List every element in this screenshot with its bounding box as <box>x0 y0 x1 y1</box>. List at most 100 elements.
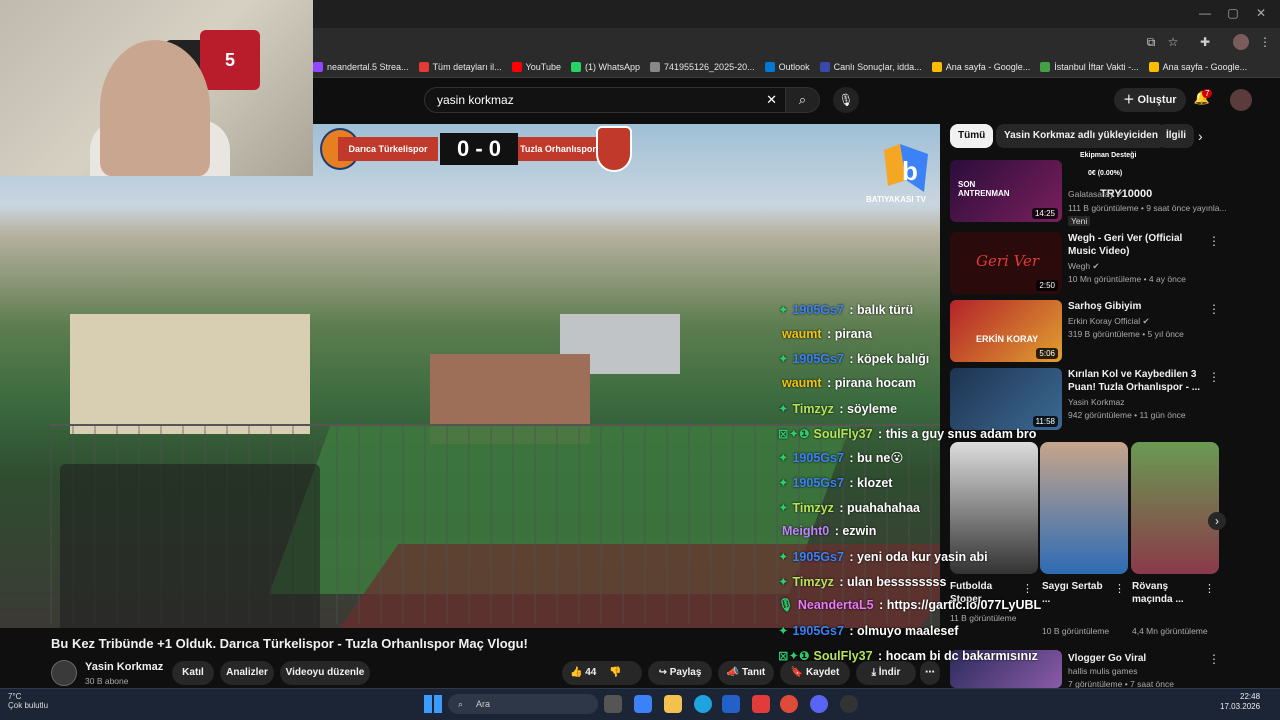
video-title[interactable]: Sarhoş Gibiyim <box>1068 300 1210 313</box>
clock-time: 22:48 <box>1240 692 1261 701</box>
video-channel[interactable]: Wegh ✔ <box>1068 261 1100 272</box>
search-input[interactable]: yasin korkmaz ✕ <box>424 87 786 113</box>
video-title[interactable]: Vlogger Go Viral <box>1068 652 1210 665</box>
copilot-icon[interactable] <box>634 695 652 713</box>
score-display: 0 - 0 <box>440 133 518 165</box>
chip-uploader[interactable]: Yasin Korkmaz adlı yükleyiciden <box>996 124 1166 148</box>
bookmark-favicon-icon <box>1040 61 1051 72</box>
team-a-name: Darıca Türkelispor <box>338 137 438 161</box>
bookmark-label: (1) WhatsApp <box>584 61 640 72</box>
short-title[interactable]: Rövanş maçında ... <box>1132 580 1202 606</box>
profile-icon[interactable] <box>1233 34 1249 50</box>
create-button[interactable]: ＋ Oluştur <box>1114 88 1186 112</box>
search-button[interactable]: ⌕ <box>786 87 820 113</box>
chat-text: hocam bi dc bakarmısınız <box>885 648 1038 663</box>
bookmark-item[interactable]: YouTube <box>511 61 561 72</box>
clear-search-icon[interactable]: ✕ <box>766 88 777 112</box>
discord-icon[interactable] <box>810 695 828 713</box>
maximize-icon[interactable]: ▢ <box>1223 6 1243 20</box>
video-meta: 111 B görüntüleme • 9 saat önce yayınla.… <box>1068 203 1227 213</box>
video-channel[interactable]: hallis mulis games <box>1068 666 1137 676</box>
task-view-icon[interactable] <box>604 695 622 713</box>
chevron-right-icon[interactable]: › <box>1198 128 1203 144</box>
video-channel[interactable]: Galatasaray ✔ <box>1068 189 1123 200</box>
chat-message: ✦ 1905Gs7 : klozet <box>778 475 892 490</box>
join-button[interactable]: Katıl <box>172 661 214 685</box>
video-thumbnail[interactable]: Geri Ver 2:50 <box>950 232 1062 294</box>
taskbar-search[interactable]: ⌕ Ara <box>448 694 598 714</box>
chat-message: waumt : pirana hocam <box>778 376 916 390</box>
chat-username: 1905Gs7 <box>792 451 844 466</box>
bookmark-star-icon[interactable]: ☆ <box>1165 34 1181 50</box>
bookmark-item[interactable]: Outlook <box>764 61 810 72</box>
more-vert-icon[interactable]: ⋮ <box>1208 370 1220 384</box>
bookmark-item[interactable]: Tüm detayları il... <box>418 61 502 72</box>
edit-video-button[interactable]: Videoyu düzenle <box>280 661 370 685</box>
channel-name[interactable]: Yasin Korkmaz <box>85 661 163 673</box>
bookmark-item[interactable]: Ana sayfa - Google... <box>931 61 1030 72</box>
channel-logo-label: BATIYAKASI TV <box>866 195 927 204</box>
chat-badge-icon: ✦ <box>778 451 789 466</box>
bookmark-item[interactable]: neandertal.5 Strea... <box>313 61 409 72</box>
system-clock[interactable]: 22:48 17.03.2026 <box>1220 692 1260 712</box>
team-b-crest-icon <box>596 126 632 172</box>
bookmark-item[interactable]: İstanbul İftar Vakti -... <box>1040 61 1139 72</box>
obs-icon[interactable] <box>840 695 858 713</box>
video-thumbnail[interactable]: SON ANTRENMAN 14:25 <box>950 160 1062 222</box>
analytics-button[interactable]: Analizler <box>220 661 274 685</box>
minimize-icon[interactable]: — <box>1195 6 1215 20</box>
shorts-next-icon[interactable]: › <box>1208 512 1226 530</box>
screen: — ▢ ✕ ⧉ ☆ ✚ ⋮ neandertal.5 Strea... Tüm d… <box>0 0 1280 720</box>
weather-temp: 7°C <box>8 692 22 701</box>
like-button[interactable]: 👍 44 👎 <box>562 661 642 685</box>
chat-username: Timzyz <box>792 574 834 589</box>
chrome-icon[interactable] <box>780 695 798 713</box>
share-button[interactable]: ↪ Paylaş <box>648 661 712 685</box>
close-window-icon[interactable]: ✕ <box>1251 6 1271 20</box>
store-icon[interactable] <box>722 695 740 713</box>
chat-separator: : <box>875 598 887 613</box>
start-menu-icon[interactable] <box>424 695 442 713</box>
bookmark-item[interactable]: Canlı Sonuçlar, idda... <box>819 61 922 72</box>
bookmarks-bar: neandertal.5 Strea... Tüm detayları il...… <box>313 56 1280 78</box>
chip-all[interactable]: Tümü <box>950 124 994 148</box>
video-title[interactable]: Wegh - Geri Ver (Official Music Video) <box>1068 232 1210 258</box>
bookmark-item[interactable]: Ana sayfa - Google... <box>1148 61 1247 72</box>
more-vert-icon[interactable]: ⋮ <box>1257 34 1273 50</box>
more-vert-icon[interactable]: ⋮ <box>1208 302 1220 316</box>
bookmark-item[interactable]: 741955126_2025-20... <box>650 61 755 72</box>
dislike-icon[interactable]: 👎 <box>609 667 621 678</box>
promote-button[interactable]: 📣 Tanıt <box>718 661 774 685</box>
more-vert-icon[interactable]: ⋮ <box>1114 582 1125 595</box>
video-scene-crowd <box>60 464 320 628</box>
channel-avatar[interactable] <box>51 660 77 686</box>
video-channel[interactable]: Erkin Koray Official ✔ <box>1068 316 1150 327</box>
chat-separator: : <box>823 376 835 391</box>
more-vert-icon[interactable]: ⋮ <box>1208 234 1220 248</box>
more-vert-icon[interactable]: ⋮ <box>1204 582 1215 595</box>
chip-related[interactable]: İlgili <box>1158 124 1194 148</box>
sidebar-video[interactable]: Geri Ver 2:50 Wegh - Geri Ver (Official … <box>950 232 1268 296</box>
file-explorer-icon[interactable] <box>664 695 682 713</box>
video-channel[interactable]: Yasin Korkmaz <box>1068 397 1125 407</box>
more-vert-icon[interactable]: ⋮ <box>1208 652 1220 666</box>
bookmark-item[interactable]: (1) WhatsApp <box>570 61 640 72</box>
chat-username: 1905Gs7 <box>792 303 844 317</box>
yandex-icon[interactable] <box>752 695 770 713</box>
edge-icon[interactable] <box>694 695 712 713</box>
short-thumbnail[interactable] <box>1131 442 1219 574</box>
mic-button[interactable]: 🎙 <box>833 87 859 113</box>
filter-chips: Tümü Yasin Korkmaz adlı yükleyiciden İlg… <box>950 124 1270 150</box>
weather-widget[interactable]: 7°C Çok bulutlu <box>8 692 48 710</box>
chat-badge-icon: 🎙 <box>778 598 794 613</box>
team-b-name: Tuzla Orhanlıspor <box>518 137 598 161</box>
chat-badge-icon: ✦ <box>778 352 789 367</box>
chat-badge-icon: ⊠✦❶ <box>778 426 810 441</box>
extensions-icon[interactable]: ✚ <box>1197 34 1213 50</box>
promote-label: Tanıt <box>742 667 766 678</box>
bookmark-label: İstanbul İftar Vakti -... <box>1054 61 1139 72</box>
account-avatar[interactable] <box>1230 89 1252 111</box>
short-meta: 4,4 Mn görüntüleme <box>1132 626 1208 636</box>
cast-icon[interactable]: ⧉ <box>1143 34 1159 50</box>
video-title[interactable]: Kırılan Kol ve Kaybedilen 3 Puan! Tuzla … <box>1068 368 1210 394</box>
